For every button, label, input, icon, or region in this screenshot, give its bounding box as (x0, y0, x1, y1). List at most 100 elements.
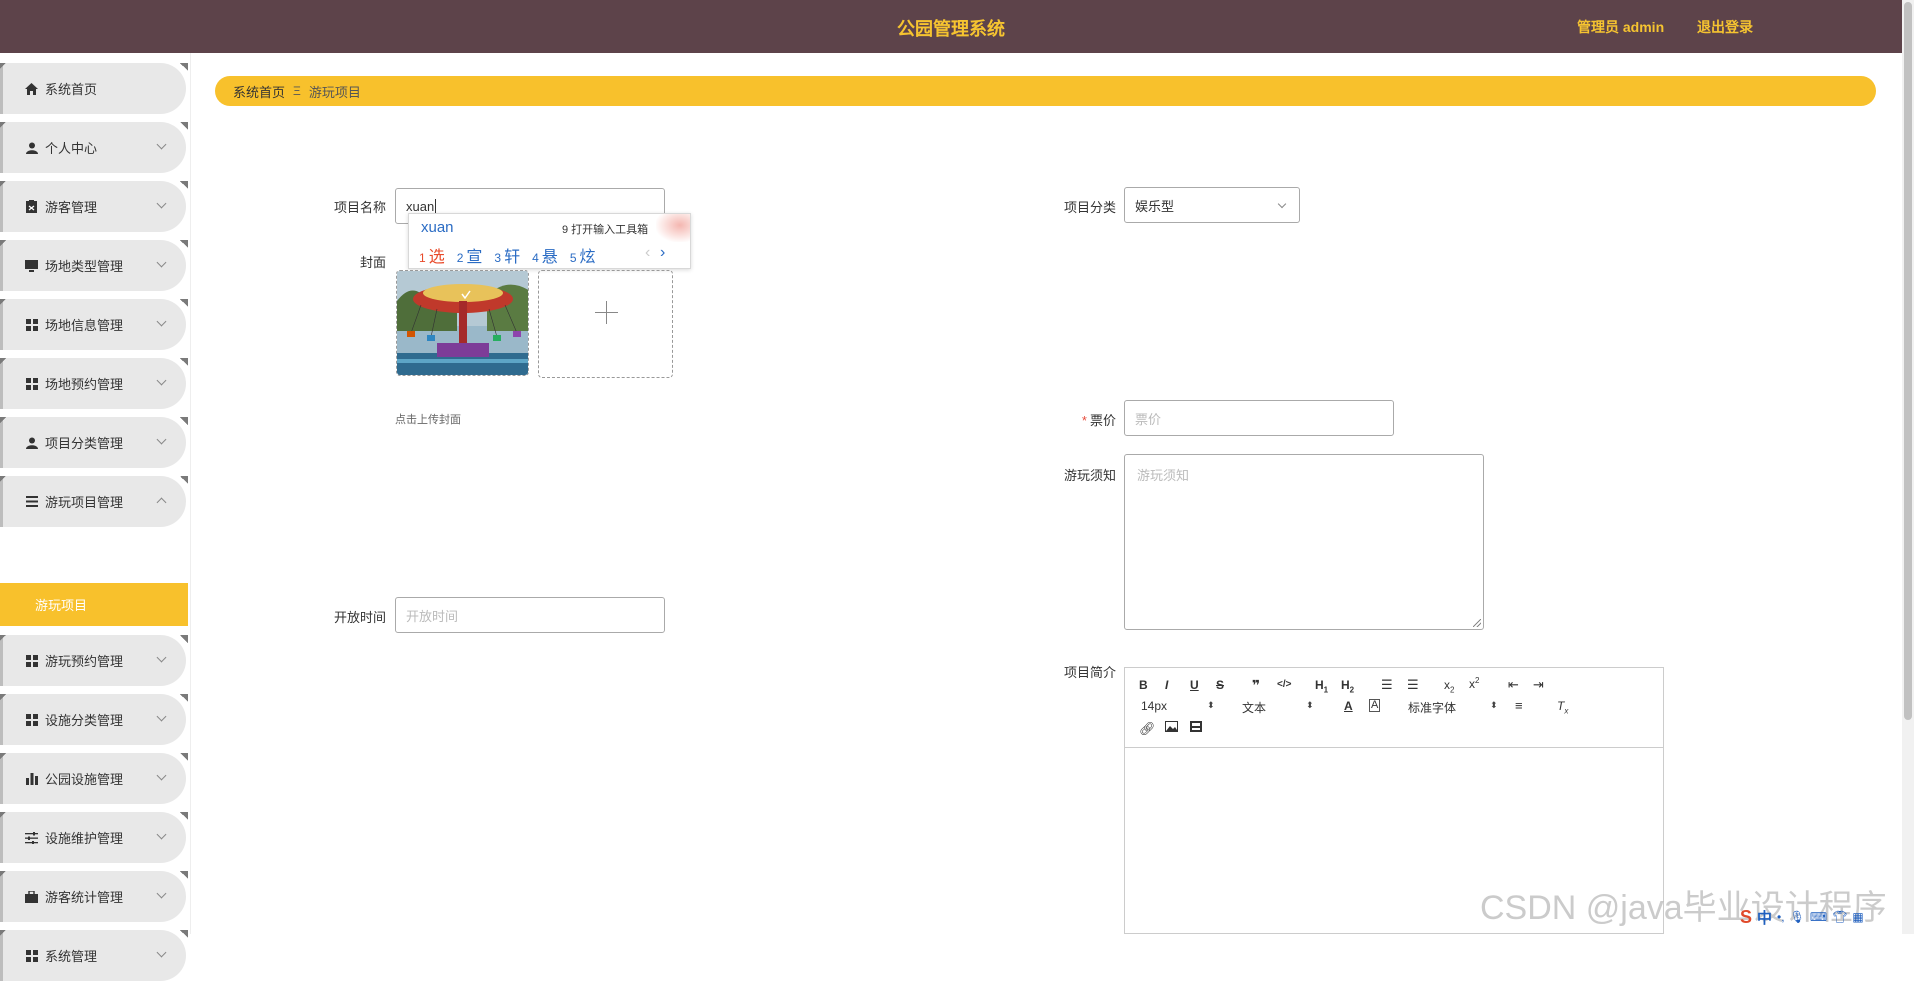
image-icon[interactable] (1165, 721, 1178, 735)
ime-candidate[interactable]: 1选 (419, 243, 445, 267)
chevron-down-icon (1277, 199, 1287, 209)
sidebar-item-venue-info[interactable]: 场地信息管理 (0, 299, 188, 350)
current-user: 管理员 admin (1577, 19, 1665, 35)
ime-prev-page[interactable]: ‹ (645, 244, 650, 262)
indent-icon[interactable]: ⇥ (1533, 677, 1544, 693)
heading1-icon[interactable]: H1 (1315, 678, 1328, 694)
sidebar: 系统首页 个人中心 游客管理 场地类型管理 场地信息管理 场地预约管理 项目分类… (0, 53, 191, 981)
sidebar-item-facility-categories[interactable]: 设施分类管理 (0, 694, 188, 745)
align-icon[interactable]: ≡ (1515, 698, 1523, 713)
sidebar-item-label: 游客统计管理 (45, 890, 124, 905)
select-arrows-icon: ⬍ (1490, 700, 1498, 710)
sidebar-subitem-play-project[interactable]: 游玩项目 (0, 583, 188, 626)
cover-upload-button[interactable] (538, 270, 673, 378)
sidebar-item-venue-types[interactable]: 场地类型管理 (0, 240, 188, 291)
logout-link[interactable]: 退出登录 (1697, 17, 1753, 37)
outdent-icon[interactable]: ⇤ (1508, 677, 1519, 693)
top-navbar: 公园管理系统 管理员 admin 退出登录 (0, 0, 1902, 53)
grid-icon (25, 654, 38, 667)
chevron-down-icon (156, 829, 167, 840)
resize-handle-icon[interactable] (1473, 619, 1481, 627)
sidebar-item-profile[interactable]: 个人中心 (0, 122, 188, 173)
grid-icon (25, 318, 38, 331)
cover-image[interactable] (396, 270, 529, 376)
blockquote-icon[interactable]: ❞ (1252, 677, 1260, 694)
breadcrumb-home[interactable]: 系统首页 (233, 82, 285, 101)
clear-format-icon[interactable]: Tx (1557, 699, 1568, 715)
background-color-icon[interactable]: A (1369, 699, 1381, 712)
sidebar-item-visitors[interactable]: 游客管理 (0, 181, 188, 232)
sidebar-subitem-label: 游玩项目 (35, 598, 88, 613)
sidebar-item-play-booking[interactable]: 游玩预约管理 (0, 635, 188, 686)
header-type-select[interactable]: 文本 ⬍ (1242, 699, 1322, 716)
chevron-down-icon (156, 198, 167, 209)
sidebar-item-home[interactable]: 系统首页 (0, 63, 188, 114)
font-family-select[interactable]: 标准字体 ⬍ (1408, 699, 1498, 716)
sidebar-item-label: 游玩项目管理 (45, 495, 124, 510)
briefcase-icon (25, 890, 38, 903)
sidebar-item-visitor-stats[interactable]: 游客统计管理 (0, 871, 188, 922)
bold-icon[interactable]: B (1139, 678, 1148, 692)
scrollbar-thumb[interactable] (1904, 2, 1912, 720)
font-size-select[interactable]: 14px ⬍ (1141, 699, 1221, 713)
category-selected-value: 娱乐型 (1135, 198, 1175, 214)
grid-icon (25, 713, 38, 726)
ime-next-page[interactable]: › (660, 244, 665, 262)
strikethrough-icon[interactable]: S (1216, 678, 1224, 692)
ime-candidate[interactable]: 2宣 (457, 243, 483, 267)
punctuation-icon[interactable]: •, (1777, 910, 1785, 924)
chevron-down-icon (156, 947, 167, 958)
code-icon[interactable]: </> (1277, 679, 1291, 690)
cover-upload-tip: 点击上传封面 (395, 414, 461, 426)
sogou-logo-icon[interactable]: S (1740, 907, 1752, 928)
intro-label: 项目简介 (1063, 665, 1116, 680)
price-label: * 票价 (1081, 413, 1116, 428)
underline-icon[interactable]: U (1190, 678, 1199, 692)
category-select[interactable]: 娱乐型 (1124, 187, 1300, 223)
video-icon[interactable] (1190, 721, 1202, 735)
font-color-icon[interactable]: A (1344, 699, 1353, 713)
toolbox-icon[interactable]: ▦ (1852, 910, 1863, 924)
sidebar-item-park-facilities[interactable]: 公园设施管理 (0, 753, 188, 804)
ime-status-tray: S 中 •, 🎙︎ ⌨︎ 👕︎ ▦ (1740, 906, 1864, 928)
project-name-value: xuan (406, 198, 435, 214)
user-icon (25, 436, 38, 449)
swing-ride-photo (397, 271, 528, 375)
sidebar-item-label: 系统首页 (45, 82, 98, 97)
ime-candidate[interactable]: 3轩 (494, 243, 520, 267)
skin-icon[interactable]: 👕︎ (1832, 910, 1847, 924)
sidebar-item-project-categories[interactable]: 项目分类管理 (0, 417, 188, 468)
superscript-icon[interactable]: x2 (1469, 676, 1479, 691)
microphone-icon[interactable]: 🎙︎ (1790, 910, 1805, 924)
editor-toolbar: B I U S ❞ </> H1 H2 ☰ ☰ x2 x2 ⇤ ⇥ 14px ⬍ … (1125, 668, 1663, 748)
italic-icon[interactable]: I (1165, 678, 1168, 692)
link-icon[interactable]: 🔗︎ (1139, 721, 1156, 737)
page-scrollbar[interactable] (1902, 0, 1914, 934)
subscript-icon[interactable]: x2 (1444, 678, 1454, 694)
heading2-icon[interactable]: H2 (1341, 678, 1354, 694)
ime-candidate-window[interactable]: xuan 9 打开输入工具箱 1选 2宣 3轩 4悬 5炫 ‹ › (408, 213, 691, 269)
bullet-list-icon[interactable]: ☰ (1407, 677, 1419, 693)
open-time-input[interactable]: 开放时间 (395, 597, 665, 633)
select-arrows-icon: ⬍ (1207, 700, 1215, 710)
chevron-down-icon (156, 316, 167, 327)
sidebar-item-venue-booking[interactable]: 场地预约管理 (0, 358, 188, 409)
keyboard-icon[interactable]: ⌨︎ (1810, 910, 1827, 924)
chevron-down-icon (156, 434, 167, 445)
ime-candidate[interactable]: 5炫 (570, 243, 596, 267)
ordered-list-icon[interactable]: ☰ (1381, 677, 1393, 693)
sidebar-item-facility-maintenance[interactable]: 设施维护管理 (0, 812, 188, 863)
id-card-icon (25, 200, 38, 213)
sidebar-item-play-projects[interactable]: 游玩项目管理 (0, 476, 188, 527)
notice-textarea[interactable]: 游玩须知 (1124, 454, 1484, 630)
ime-candidate[interactable]: 4悬 (532, 243, 558, 267)
ime-toolbox-option[interactable]: 9 打开输入工具箱 (562, 221, 648, 237)
sidebar-item-label: 设施分类管理 (45, 713, 124, 728)
sidebar-item-label: 公园设施管理 (45, 772, 124, 787)
sidebar-item-system[interactable]: 系统管理 (0, 930, 188, 981)
chevron-down-icon (156, 888, 167, 899)
price-input[interactable]: 票价 (1124, 400, 1394, 436)
breadcrumb-current: 游玩项目 (308, 84, 361, 100)
ime-mode-indicator[interactable]: 中 (1757, 907, 1772, 928)
sidebar-item-label: 设施维护管理 (45, 831, 124, 846)
